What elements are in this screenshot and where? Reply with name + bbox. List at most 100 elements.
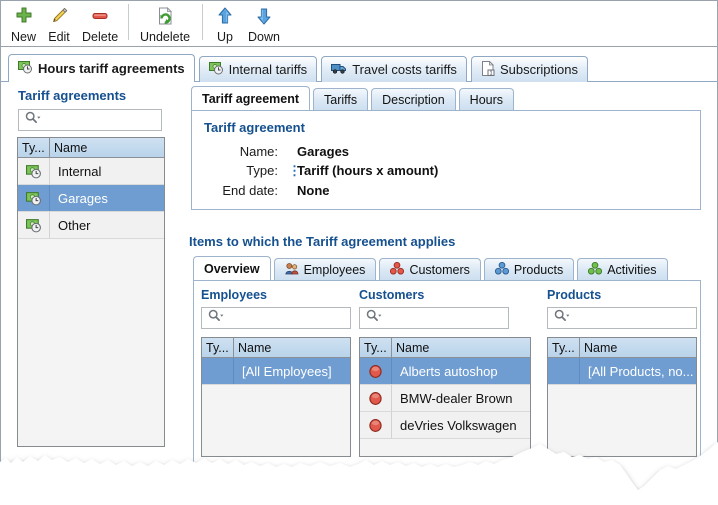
document-one-icon: 1	[481, 60, 495, 79]
tariff-agreements-title: Tariff agreements	[18, 88, 127, 103]
overview-column-products: Products Ty... Name [All Products, no...	[547, 288, 707, 457]
table-row[interactable]: Alberts autoshop	[360, 358, 530, 385]
grid-empty-space	[202, 385, 350, 455]
table-row[interactable]: [All Employees]	[202, 358, 350, 385]
search-icon	[554, 309, 570, 327]
table-cell-name: Alberts autoshop	[400, 363, 498, 379]
toolbar-group-edit: New Edit Delete	[5, 1, 124, 46]
employees-icon	[284, 262, 299, 278]
tab-description-label: Description	[382, 92, 445, 107]
undelete-button-label: Undelete	[140, 30, 191, 44]
main-tabstrip: Hours tariff agreements Internal tariffs	[8, 54, 588, 82]
red-ball-icon	[360, 412, 392, 438]
svg-text:1: 1	[489, 70, 492, 75]
tab-hours-label: Hours	[469, 92, 504, 107]
tab-products[interactable]: Products	[483, 258, 575, 280]
tab-hours[interactable]: Hours	[458, 88, 515, 110]
products-column-title: Products	[547, 288, 602, 302]
undelete-button[interactable]: Undelete	[134, 1, 196, 46]
field-end-date-row: End date: None	[192, 183, 700, 198]
down-button-label: Down	[248, 30, 280, 44]
tab-travel-costs-tariffs[interactable]: Travel costs tariffs	[321, 56, 467, 82]
table-row[interactable]: Internal	[18, 158, 164, 185]
undelete-icon	[154, 4, 176, 28]
customers-grid[interactable]: Ty... Name Alberts autoshop BMW-dealer B…	[359, 337, 531, 457]
new-button-label: New	[11, 30, 37, 44]
red-ball-icon	[360, 385, 392, 411]
products-grid-header: Ty... Name	[548, 338, 696, 358]
search-icon	[25, 111, 41, 129]
detail-tabstrip: Tariff agreement Tariffs Description Hou…	[191, 86, 515, 110]
truck-icon	[331, 61, 347, 78]
toolbar: New Edit Delete Undelete Up Down	[1, 1, 717, 47]
table-cell-name: Internal	[58, 163, 102, 179]
toolbar-group-undelete: Undelete	[123, 1, 196, 46]
column-header-type: Ty...	[548, 338, 580, 357]
row-type-cell	[202, 358, 234, 384]
tab-description[interactable]: Description	[371, 88, 456, 110]
tab-tariffs[interactable]: Tariffs	[313, 88, 369, 110]
pencil-icon	[48, 4, 70, 28]
money-clock-icon	[208, 61, 224, 78]
tariff-agreements-search-input[interactable]	[18, 109, 162, 131]
tab-activities[interactable]: Activities	[577, 258, 668, 280]
employees-grid[interactable]: Ty... Name [All Employees]	[201, 337, 351, 457]
products-icon	[494, 261, 509, 278]
field-name-value: Garages	[297, 144, 350, 159]
delete-button[interactable]: Delete	[76, 1, 124, 46]
tab-overview-label: Overview	[204, 261, 260, 276]
tab-tariff-agreement[interactable]: Tariff agreement	[191, 86, 311, 110]
items-tabstrip: Overview Employees Customers Products Ac…	[193, 256, 668, 280]
products-search-input[interactable]	[547, 307, 697, 329]
field-end-date-value: None	[297, 183, 330, 198]
money-clock-icon	[18, 60, 33, 77]
field-name-row: Name: Garages	[192, 144, 700, 159]
new-button[interactable]: New	[5, 1, 42, 46]
tariff-agreement-group-title: Tariff agreement	[204, 120, 305, 135]
red-ball-icon	[360, 358, 392, 384]
customers-search-input[interactable]	[359, 307, 509, 329]
edit-button[interactable]: Edit	[42, 1, 76, 46]
employees-search-input[interactable]	[201, 307, 351, 329]
tab-hours-tariff-agreements[interactable]: Hours tariff agreements	[8, 54, 195, 82]
money-clock-icon	[18, 185, 50, 211]
table-cell-name: [All Employees]	[242, 363, 332, 379]
products-grid[interactable]: Ty... Name [All Products, no...	[547, 337, 697, 457]
column-header-name: Name	[54, 140, 88, 155]
field-type-value: Tariff (hours x amount)	[297, 163, 439, 178]
delete-button-label: Delete	[82, 30, 119, 44]
tab-internal-tariffs[interactable]: Internal tariffs	[198, 56, 318, 82]
table-cell-name: [All Products, no...	[588, 363, 694, 379]
tab-internal-tariffs-label: Internal tariffs	[228, 62, 308, 77]
table-row[interactable]: BMW-dealer Brown	[360, 385, 530, 412]
column-header-name: Name	[238, 340, 272, 355]
table-row[interactable]: deVries Volkswagen	[360, 412, 530, 439]
arrow-down-icon	[253, 4, 275, 28]
customers-grid-header: Ty... Name	[360, 338, 530, 358]
tab-employees[interactable]: Employees	[273, 258, 377, 280]
money-clock-icon	[18, 212, 50, 238]
column-header-name: Name	[396, 340, 430, 355]
table-cell-name: BMW-dealer Brown	[400, 390, 513, 406]
tariff-agreements-grid-header: Ty... Name	[18, 138, 164, 158]
tariff-agreements-grid[interactable]: Ty... Name Internal Garages Other	[17, 137, 165, 447]
field-end-date-label: End date:	[222, 183, 278, 198]
overview-column-employees: Employees Ty... Name [All Employees]	[201, 288, 359, 457]
tab-subscriptions[interactable]: 1 Subscriptions	[470, 56, 588, 82]
table-row[interactable]: Garages	[18, 185, 164, 212]
plus-icon	[13, 4, 35, 28]
table-cell-name: deVries Volkswagen	[400, 417, 517, 433]
minus-icon	[89, 4, 111, 28]
down-button[interactable]: Down	[242, 1, 286, 46]
overview-column-customers: Customers Ty... Name Alberts autoshop BM…	[359, 288, 534, 457]
edit-button-label: Edit	[48, 30, 70, 44]
up-button[interactable]: Up	[208, 1, 242, 46]
row-type-cell	[548, 358, 580, 384]
table-row[interactable]: [All Products, no...	[548, 358, 696, 385]
table-row[interactable]: Other	[18, 212, 164, 239]
tab-overview[interactable]: Overview	[193, 256, 271, 280]
grid-empty-space	[18, 239, 164, 439]
toolbar-separator-2	[202, 4, 203, 40]
field-type-row: Type: ⋮ Tariff (hours x amount)	[192, 163, 700, 179]
tab-customers[interactable]: Customers	[379, 258, 481, 280]
